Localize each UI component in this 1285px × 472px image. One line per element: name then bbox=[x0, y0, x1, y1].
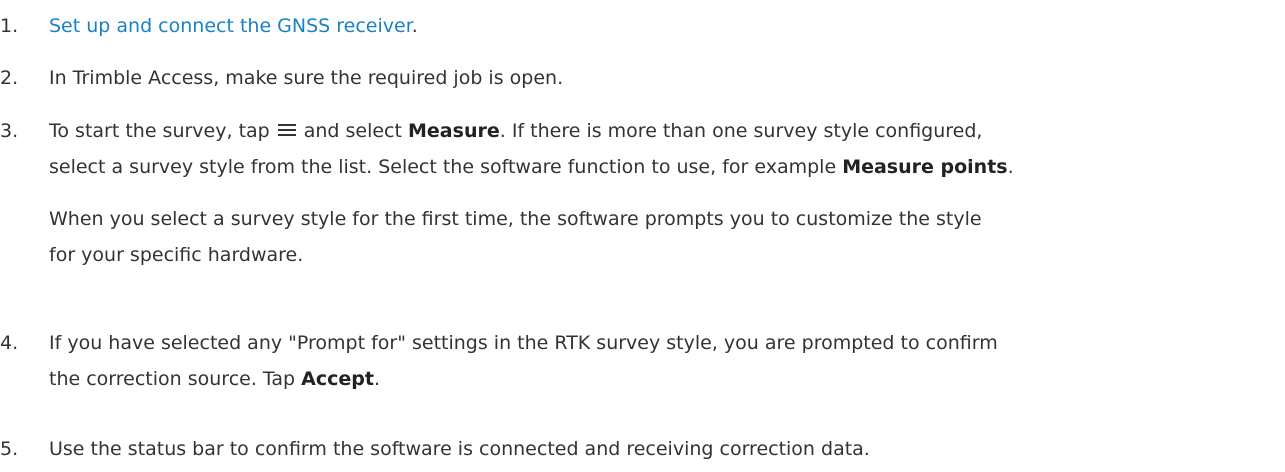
step-text-part: the correction source. Tap bbox=[49, 368, 296, 390]
measure-label: Measure bbox=[408, 120, 500, 142]
measure-points-label: Measure points bbox=[842, 156, 1008, 178]
step-text: If you have selected any "Prompt for" se… bbox=[49, 325, 998, 397]
step-4: 4. If you have selected any "Prompt for"… bbox=[0, 325, 1006, 397]
step-number: 5. bbox=[0, 438, 19, 460]
setup-gnss-receiver-link[interactable]: Set up and connect the GNSS receiver bbox=[49, 15, 412, 37]
step-text-part: select a survey style from the list. Sel… bbox=[49, 156, 837, 178]
step-1: 1. Set up and connect the GNSS receiver. bbox=[0, 8, 426, 44]
step-text-part: and select bbox=[303, 120, 402, 142]
step-text: In Trimble Access, make sure the require… bbox=[49, 67, 564, 89]
note-line: for your specific hardware. bbox=[49, 244, 304, 266]
step-text-part: . bbox=[373, 368, 380, 390]
note-line: When you select a survey style for the f… bbox=[49, 208, 982, 230]
step-number: 3. bbox=[0, 120, 19, 142]
step-number: 1. bbox=[0, 15, 19, 37]
step-3: 3. To start the survey, tap and select Me… bbox=[0, 113, 1022, 273]
step-text-part: . bbox=[1007, 156, 1014, 178]
step-text: Set up and connect the GNSS receiver. bbox=[49, 8, 418, 44]
step-text: To start the survey, tap and select Measu… bbox=[49, 113, 1014, 185]
step-5: 5. Use the status bar to confirm the sof… bbox=[0, 431, 878, 467]
step-text-part: . If there is more than one survey style… bbox=[499, 120, 983, 142]
step-text-part: If you have selected any "Prompt for" se… bbox=[49, 332, 998, 354]
step-text-part: To start the survey, tap bbox=[49, 120, 270, 142]
step-note: When you select a survey style for the f… bbox=[49, 201, 1014, 273]
accept-label: Accept bbox=[301, 368, 374, 390]
step-text: Use the status bar to confirm the softwa… bbox=[49, 438, 870, 460]
step-2: 2. In Trimble Access, make sure the requ… bbox=[0, 60, 571, 96]
step-number: 4. bbox=[0, 332, 19, 354]
hamburger-menu-icon bbox=[276, 115, 298, 136]
step-punctuation: . bbox=[411, 15, 418, 37]
step-number: 2. bbox=[0, 67, 19, 89]
